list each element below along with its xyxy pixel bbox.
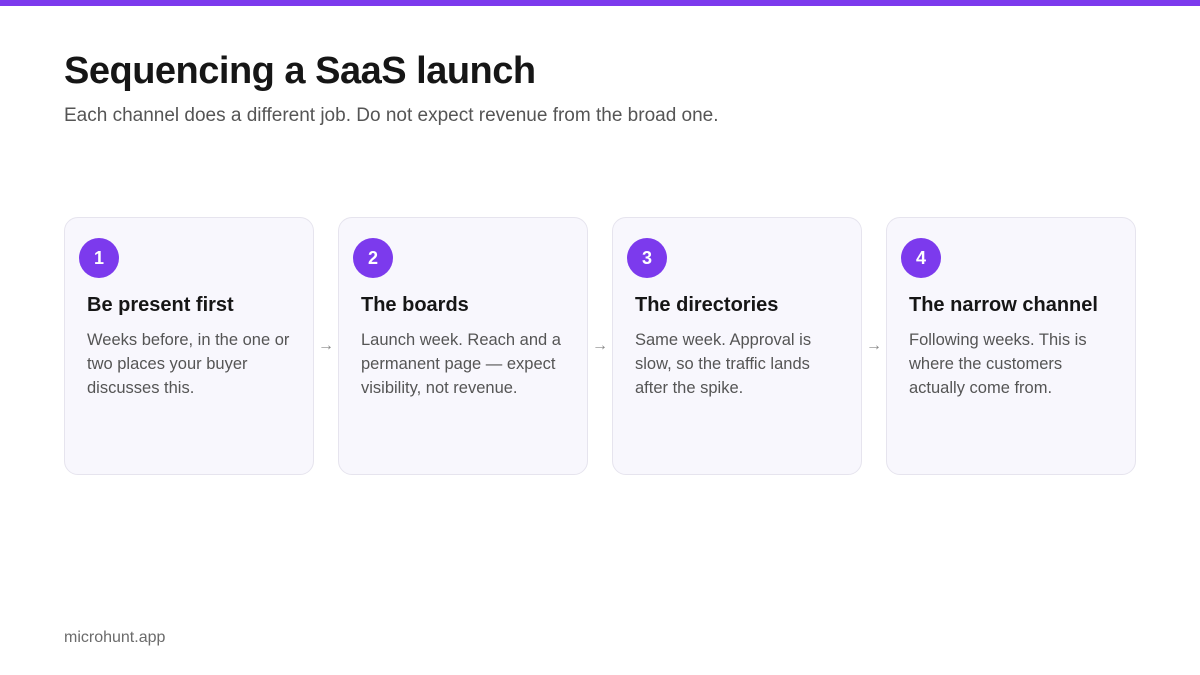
step-card: 2 The boards Launch week. Reach and a pe… (338, 217, 588, 475)
footer-site-name: microhunt.app (64, 629, 166, 646)
page-subtitle: Each channel does a different job. Do no… (64, 105, 719, 126)
step-card: 1 Be present first Weeks before, in the … (64, 217, 314, 475)
step-number-badge: 3 (627, 238, 667, 278)
step-description: Following weeks. This is where the custo… (909, 331, 1087, 397)
arrow-right-icon: → (592, 337, 608, 354)
step-description: Weeks before, in the one or two places y… (87, 331, 290, 397)
step-card: 3 The directories Same week. Approval is… (612, 217, 862, 475)
step-title: The directories (635, 294, 779, 316)
step-number-badge: 4 (901, 238, 941, 278)
step-card: 4 The narrow channel Following weeks. Th… (886, 217, 1136, 475)
step-description: Same week. Approval is slow, so the traf… (635, 331, 812, 397)
step-title: The narrow channel (909, 294, 1098, 316)
arrow-right-icon: → (866, 337, 882, 354)
step-title: Be present first (87, 294, 234, 316)
step-title: The boards (361, 294, 469, 316)
page-title: Sequencing a SaaS launch (64, 50, 536, 92)
accent-top-bar (0, 0, 1200, 6)
step-number-badge: 2 (353, 238, 393, 278)
step-number-badge: 1 (79, 238, 119, 278)
arrow-right-icon: → (318, 337, 334, 354)
step-description: Launch week. Reach and a permanent page … (361, 331, 561, 397)
steps-flow: 1 Be present first Weeks before, in the … (64, 216, 1136, 476)
